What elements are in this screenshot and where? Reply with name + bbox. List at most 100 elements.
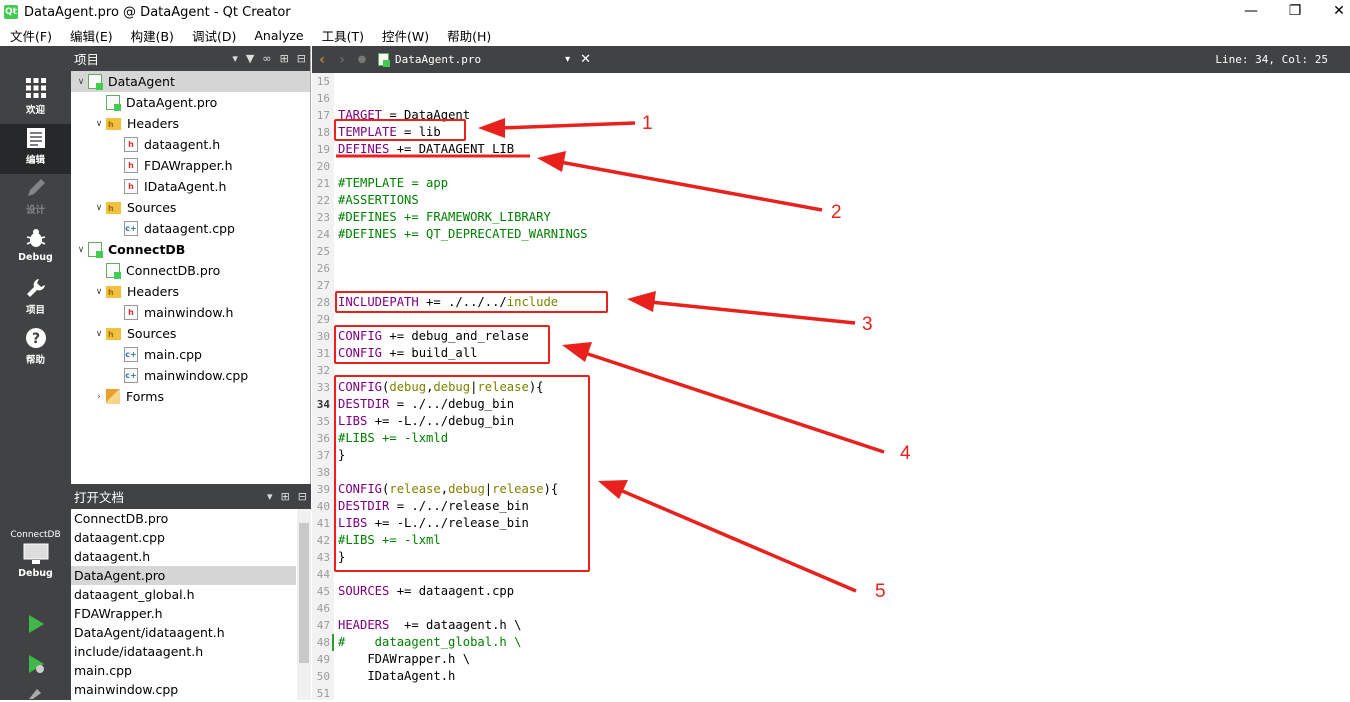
tree-item-label: DataAgent (108, 74, 175, 89)
link-icon[interactable]: ∞ (262, 52, 271, 65)
mode-help[interactable]: ? 帮助 (0, 324, 71, 374)
open-document-item[interactable]: main.cpp (71, 661, 296, 680)
open-documents-scrollbar[interactable] (297, 509, 311, 700)
open-document-item[interactable]: dataagent.h (71, 547, 296, 566)
menu-build[interactable]: 构建(B) (121, 26, 182, 45)
tree-item[interactable]: h dataagent.h (71, 134, 310, 155)
editor-file-name[interactable]: DataAgent.pro (395, 53, 481, 66)
forward-icon[interactable]: › (332, 52, 352, 68)
code-line[interactable]: 16 (312, 90, 1350, 107)
document-icon (0, 124, 71, 152)
expand-arrow-icon[interactable]: ∨ (92, 329, 106, 339)
collapse-arrow-icon[interactable]: › (92, 392, 106, 402)
monitor-icon (0, 540, 71, 568)
open-document-item[interactable]: ConnectDB.pro (71, 509, 296, 528)
open-document-item[interactable]: mainwindow.cpp (71, 680, 296, 699)
file-dropdown-icon[interactable]: ▾ (565, 54, 570, 65)
code-line[interactable]: 18 TEMPLATE = lib (312, 124, 1350, 141)
tree-item[interactable]: ConnectDB.pro (71, 260, 310, 281)
tree-item[interactable]: ∨ DataAgent (71, 71, 310, 92)
code-line[interactable]: 25 (312, 243, 1350, 260)
open-document-item[interactable]: include/idataagent.h (71, 642, 296, 661)
expand-arrow-icon[interactable]: ∨ (92, 119, 106, 129)
tree-item[interactable]: h FDAWrapper.h (71, 155, 310, 176)
code-line[interactable]: 50 IDataAgent.h (312, 668, 1350, 685)
debug-run-button[interactable] (0, 644, 71, 684)
code-line[interactable]: 51 (312, 685, 1350, 702)
tree-item[interactable]: h IDataAgent.h (71, 176, 310, 197)
tree-item-label: mainwindow.cpp (144, 368, 249, 383)
panel-dropdown-icon[interactable]: ▾ (232, 52, 238, 65)
mode-welcome[interactable]: 欢迎 (0, 74, 71, 124)
tree-item[interactable]: ∨ ConnectDB (71, 239, 310, 260)
menu-edit[interactable]: 编辑(E) (60, 26, 121, 45)
close-icon[interactable]: ✕ (1316, 0, 1350, 24)
tree-item[interactable]: DataAgent.pro (71, 92, 310, 113)
menu-help[interactable]: 帮助(H) (437, 26, 499, 45)
close-panel-icon[interactable]: ⊟ (298, 490, 307, 503)
menu-file[interactable]: 文件(F) (0, 26, 60, 45)
mode-design[interactable]: 设计 (0, 174, 71, 224)
split-icon[interactable]: ⊞ (280, 52, 289, 65)
open-document-item[interactable]: DataAgent/idataagent.h (71, 623, 296, 642)
code-line[interactable]: 15 (312, 73, 1350, 90)
tree-item[interactable]: c+ mainwindow.cpp (71, 365, 310, 386)
tree-item[interactable]: ∨ h Headers (71, 281, 310, 302)
menu-analyze[interactable]: Analyze (244, 28, 311, 43)
open-document-item[interactable]: DataAgent.pro (71, 566, 296, 585)
minimize-icon[interactable]: — (1228, 0, 1274, 24)
expand-arrow-icon[interactable]: ∨ (74, 77, 88, 87)
tree-item[interactable]: c+ main.cpp (71, 344, 310, 365)
menu-debug[interactable]: 调试(D) (182, 26, 244, 45)
code-line[interactable]: 48 # dataagent_global.h \ (312, 634, 1350, 651)
mode-edit[interactable]: 编辑 (0, 124, 71, 174)
mode-projects[interactable]: 项目 (0, 274, 71, 324)
cursor-position: Line: 34, Col: 25 (1215, 53, 1328, 66)
line-number: 40 (316, 500, 330, 513)
line-number: 21 (316, 177, 330, 190)
split-icon[interactable]: ⊞ (281, 490, 290, 503)
close-file-icon[interactable]: ✕ (580, 52, 591, 67)
menu-tools[interactable]: 工具(T) (312, 26, 372, 45)
code-line[interactable]: 46 (312, 600, 1350, 617)
code-line[interactable]: 47 HEADERS += dataagent.h \ (312, 617, 1350, 634)
code-line[interactable]: 45 SOURCES += dataagent.cpp (312, 583, 1350, 600)
expand-arrow-icon[interactable]: ∨ (92, 287, 106, 297)
expand-arrow-icon[interactable]: ∨ (74, 245, 88, 255)
kit-selector[interactable]: ConnectDB Debug (0, 524, 71, 594)
code-line[interactable]: 24 #DEFINES += QT_DEPRECATED_WARNINGS (312, 226, 1350, 243)
header-file-icon: h (124, 137, 138, 152)
line-number: 22 (316, 194, 330, 207)
panel-dropdown-icon[interactable]: ▾ (267, 490, 273, 503)
tree-item[interactable]: c+ dataagent.cpp (71, 218, 310, 239)
code-line[interactable]: 20 (312, 158, 1350, 175)
open-document-item[interactable]: dataagent_global.h (71, 585, 296, 604)
annotation-box-5 (334, 375, 590, 572)
code-line[interactable]: 21 #TEMPLATE = app (312, 175, 1350, 192)
run-button[interactable] (0, 604, 71, 644)
mode-debug[interactable]: Debug (0, 224, 71, 274)
tree-item[interactable]: › Forms (71, 386, 310, 407)
tree-item[interactable]: ∨ h Sources (71, 323, 310, 344)
tree-item[interactable]: h mainwindow.h (71, 302, 310, 323)
tree-item-label: dataagent.h (144, 137, 221, 152)
scrollbar-thumb[interactable] (299, 523, 309, 663)
code-line[interactable]: 19 DEFINES += DATAAGENT_LIB (312, 141, 1350, 158)
tree-item-label: Forms (126, 389, 165, 404)
folder-icon: h (106, 327, 121, 340)
code-line[interactable]: 26 (312, 260, 1350, 277)
code-line[interactable]: 49 FDAWrapper.h \ (312, 651, 1350, 668)
filter-icon[interactable]: ▼ (246, 52, 254, 65)
menu-widgets[interactable]: 控件(W) (372, 26, 437, 45)
open-document-item[interactable]: dataagent.cpp (71, 528, 296, 547)
tree-item[interactable]: ∨ h Sources (71, 197, 310, 218)
close-panel-icon[interactable]: ⊟ (297, 52, 306, 65)
build-button[interactable] (0, 684, 71, 700)
code-line[interactable]: 17 TARGET = DataAgent (312, 107, 1350, 124)
expand-arrow-icon[interactable]: ∨ (92, 203, 106, 213)
tree-item[interactable]: ∨ h Headers (71, 113, 310, 134)
restore-icon[interactable]: ❐ (1272, 0, 1318, 24)
open-document-item[interactable]: FDAWrapper.h (71, 604, 296, 623)
line-number: 44 (316, 568, 330, 581)
back-icon[interactable]: ‹ (312, 52, 332, 68)
